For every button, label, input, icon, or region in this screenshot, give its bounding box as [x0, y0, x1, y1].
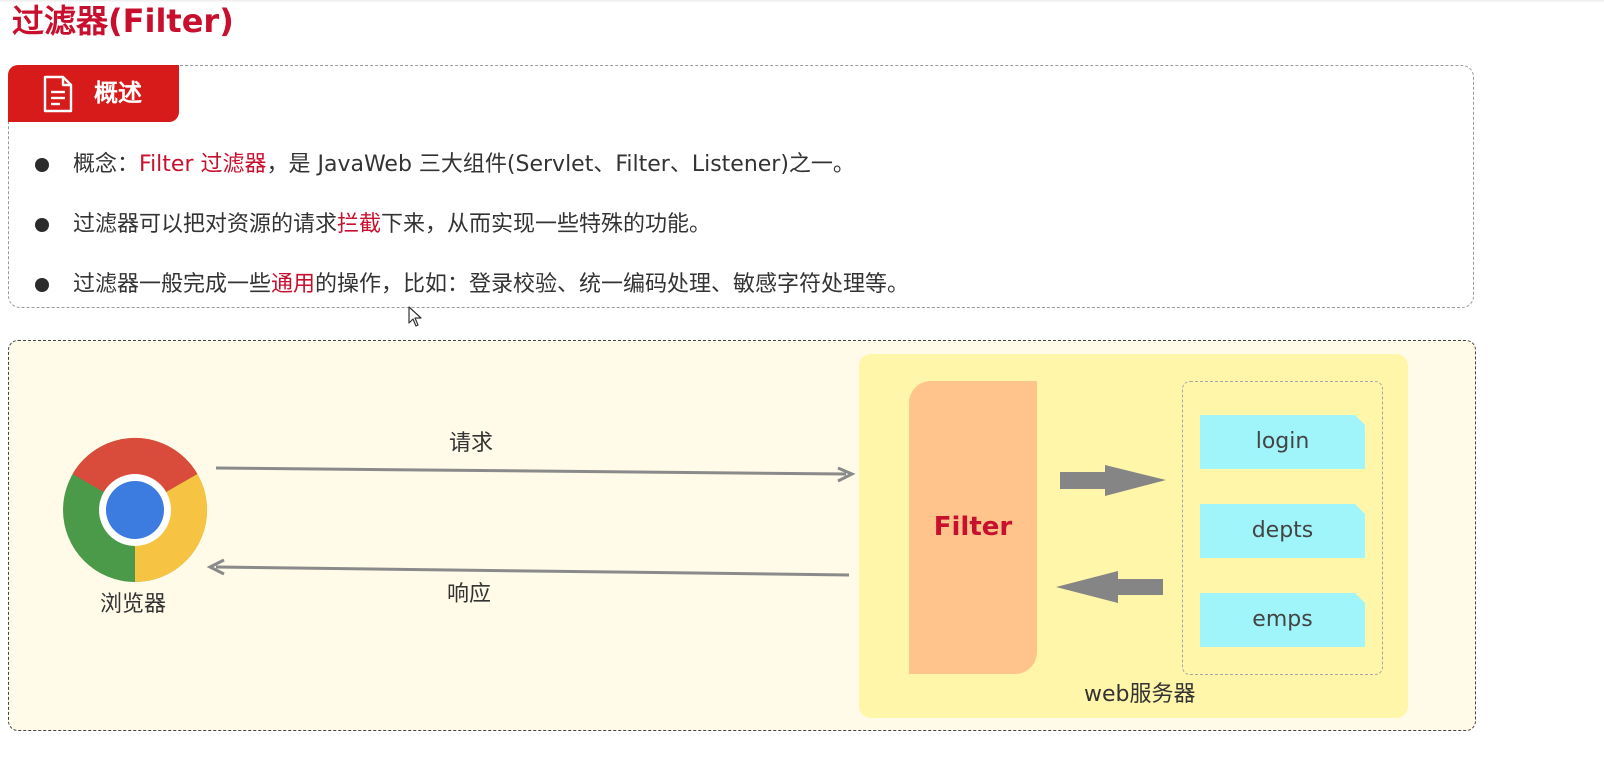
forward-arrow — [1060, 465, 1166, 496]
backward-arrow — [1056, 571, 1163, 603]
resource-depts: depts — [1200, 504, 1365, 558]
resource-emps: emps — [1200, 593, 1365, 647]
web-server-label: web服务器 — [1084, 682, 1196, 707]
resource-login: login — [1200, 415, 1365, 469]
